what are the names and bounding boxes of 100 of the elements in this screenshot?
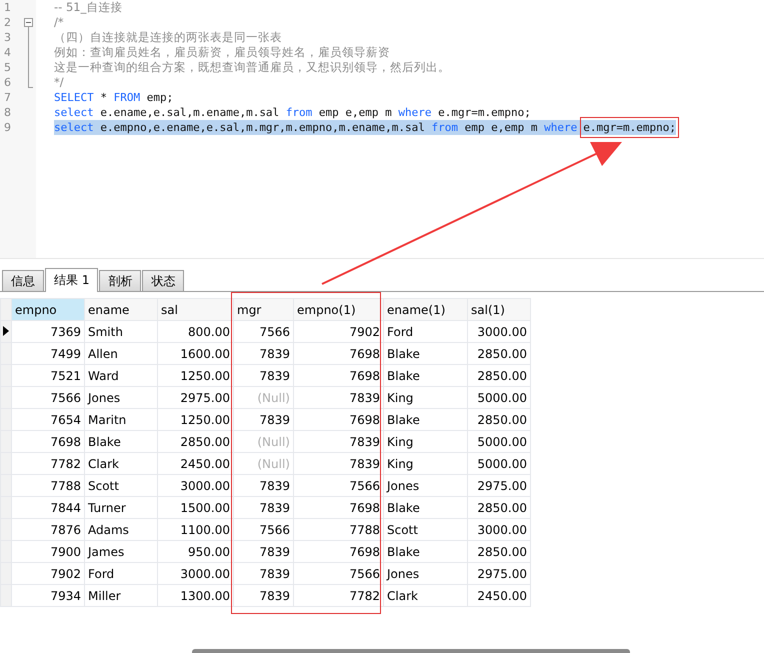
line-number: 9: [3, 120, 12, 135]
code-line: select e.ename,e.sal,m.ename,m.sal from emp e,emp m where e.mgr=m.empno;: [54, 105, 531, 120]
table-cell: 7782: [12, 452, 84, 474]
table-cell: Scott: [84, 474, 158, 496]
table-cell: 7839: [234, 496, 294, 518]
code-line: SELECT * FROM emp;: [54, 90, 174, 105]
table-cell: 7839: [234, 562, 294, 584]
table-cell: (Null): [234, 430, 294, 452]
line-number: 3: [3, 30, 12, 45]
column-header[interactable]: ename: [84, 298, 158, 320]
table-cell: 3000.00: [158, 562, 234, 584]
table-cell: 7521: [12, 364, 84, 386]
column-header[interactable]: mgr: [234, 298, 294, 320]
column-header[interactable]: empno: [12, 298, 84, 320]
table-cell: Blake: [384, 496, 468, 518]
table-cell: 7839: [294, 386, 384, 408]
table-cell: 7499: [12, 342, 84, 364]
table-cell: 1600.00: [158, 342, 234, 364]
table-cell: 1500.00: [158, 496, 234, 518]
table-cell: 3000.00: [158, 474, 234, 496]
table-cell: 7698: [294, 408, 384, 430]
table-cell: King: [384, 386, 468, 408]
line-number: 1: [3, 0, 12, 15]
column-header[interactable]: empno(1): [294, 298, 384, 320]
table-cell: Jones: [84, 386, 158, 408]
table-cell: 800.00: [158, 320, 234, 342]
table-cell: Blake: [384, 408, 468, 430]
table-cell: 5000.00: [468, 452, 530, 474]
table-cell: 7566: [12, 386, 84, 408]
result-tab[interactable]: 状态: [142, 270, 184, 291]
table-cell: Miller: [84, 584, 158, 606]
code-line: 这是一种查询的组合方案，既想查询普通雇员，又想识别领导，然后列出。: [54, 60, 450, 75]
table-cell: 2850.00: [468, 342, 530, 364]
table-cell: James: [84, 540, 158, 562]
table-cell: 7698: [12, 430, 84, 452]
column-header[interactable]: sal(1): [468, 298, 530, 320]
table-cell: 7876: [12, 518, 84, 540]
line-number: 2: [3, 15, 12, 30]
table-cell: 7782: [294, 584, 384, 606]
table-cell: Scott: [384, 518, 468, 540]
result-tab[interactable]: 结果 1: [45, 268, 98, 292]
table-cell: 1250.00: [158, 408, 234, 430]
table-cell: King: [384, 452, 468, 474]
table-cell: Jones: [384, 474, 468, 496]
table-cell: 2975.00: [468, 562, 530, 584]
table-cell: 7788: [12, 474, 84, 496]
table-cell: Ward: [84, 364, 158, 386]
table-cell: 7698: [294, 540, 384, 562]
table-cell: 7839: [234, 342, 294, 364]
table-cell: Clark: [384, 584, 468, 606]
fold-toggle[interactable]: [24, 18, 33, 27]
table-cell: 2850.00: [468, 364, 530, 386]
table-cell: 5000.00: [468, 386, 530, 408]
table-cell: Ford: [84, 562, 158, 584]
table-cell: 3000.00: [468, 320, 530, 342]
line-number: 5: [3, 60, 12, 75]
table-cell: 7900: [12, 540, 84, 562]
table-cell: (Null): [234, 386, 294, 408]
table-cell: 7839: [234, 474, 294, 496]
table-cell: Allen: [84, 342, 158, 364]
line-number: 8: [3, 105, 12, 120]
table-cell: Maritn: [84, 408, 158, 430]
table-cell: 7566: [294, 562, 384, 584]
column-header[interactable]: sal: [158, 298, 234, 320]
code-line: */: [54, 75, 64, 90]
table-cell: Ford: [384, 320, 468, 342]
table-cell: Adams: [84, 518, 158, 540]
row-header[interactable]: [0, 320, 12, 342]
table-cell: 5000.00: [468, 430, 530, 452]
table-cell: 7902: [12, 562, 84, 584]
code-line: （四）自连接就是连接的两张表是同一张表: [54, 30, 282, 45]
table-cell: 7654: [12, 408, 84, 430]
code-line: -- 51_自连接: [54, 0, 122, 15]
column-header[interactable]: ename(1): [384, 298, 468, 320]
table-cell: 7566: [234, 320, 294, 342]
table-cell: 2850.00: [158, 430, 234, 452]
table-cell: 7698: [294, 496, 384, 518]
table-cell: 7566: [294, 474, 384, 496]
table-cell: 1100.00: [158, 518, 234, 540]
table-cell: 1300.00: [158, 584, 234, 606]
table-cell: Blake: [384, 540, 468, 562]
table-cell: King: [384, 430, 468, 452]
line-number: 4: [3, 45, 12, 60]
result-tab[interactable]: 剖析: [99, 270, 142, 291]
table-cell: Smith: [84, 320, 158, 342]
table-cell: Blake: [384, 364, 468, 386]
code-line: 例如：查询雇员姓名，雇员薪资，雇员领导姓名，雇员领导薪资: [54, 45, 390, 60]
table-cell: 7369: [12, 320, 84, 342]
table-cell: Clark: [84, 452, 158, 474]
line-number: 6: [3, 75, 12, 90]
result-tab[interactable]: 信息: [2, 270, 44, 291]
table-cell: 2450.00: [158, 452, 234, 474]
table-cell: 7698: [294, 342, 384, 364]
table-cell: 1250.00: [158, 364, 234, 386]
code-line: /*: [54, 15, 64, 30]
table-cell: 7839: [294, 430, 384, 452]
table-cell: 7934: [12, 584, 84, 606]
table-cell: 7839: [234, 364, 294, 386]
line-number: 7: [3, 90, 12, 105]
table-cell: 2850.00: [468, 408, 530, 430]
